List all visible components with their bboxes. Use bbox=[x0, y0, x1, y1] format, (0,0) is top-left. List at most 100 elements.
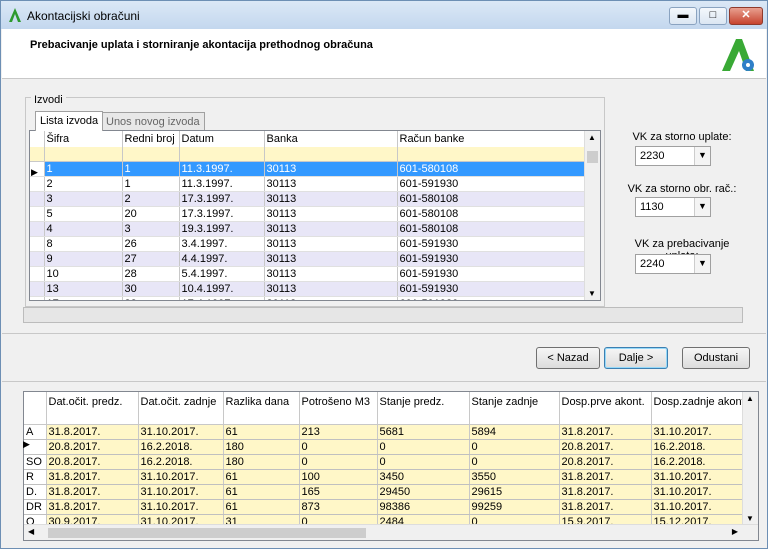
scroll-thumb[interactable] bbox=[587, 151, 598, 163]
table-cell[interactable]: 3550 bbox=[469, 469, 560, 485]
table-row[interactable]: 13 30 10.4.1997. 30113 601-591930 bbox=[30, 281, 586, 297]
filter-row[interactable] bbox=[30, 147, 586, 162]
vk-prebacivanje-select[interactable]: 2240 ▼ bbox=[635, 254, 711, 274]
table-cell[interactable]: 0 bbox=[469, 439, 560, 455]
row-header-cell[interactable]: A bbox=[24, 424, 47, 440]
next-button[interactable]: Dalje > bbox=[604, 347, 668, 369]
izvodi-vertical-scrollbar[interactable]: ▲ ▼ bbox=[584, 131, 600, 300]
table-cell[interactable]: 31.8.2017. bbox=[559, 469, 652, 485]
table-cell[interactable]: 5894 bbox=[469, 424, 560, 440]
table-cell[interactable]: 30113 bbox=[264, 191, 398, 207]
table-row[interactable]: 20.8.2017. 16.2.2018. 180 0 0 0 20.8.2017. 16.2… bbox=[24, 439, 758, 455]
row-header-cell[interactable]: DR bbox=[24, 499, 47, 515]
tab-lista-izvoda[interactable]: Lista izvoda bbox=[35, 111, 104, 131]
table-cell[interactable]: 30 bbox=[122, 281, 180, 297]
scroll-thumb[interactable] bbox=[48, 528, 366, 538]
table-cell[interactable]: 99259 bbox=[469, 499, 560, 515]
table-row[interactable]: 10 28 5.4.1997. 30113 601-591930 bbox=[30, 266, 586, 282]
table-cell[interactable]: 31.10.2017. bbox=[138, 424, 224, 440]
table-cell[interactable]: 31.8.2017. bbox=[559, 424, 652, 440]
table-cell[interactable]: 31.8.2017. bbox=[559, 484, 652, 500]
table-cell[interactable]: 10.4.1997. bbox=[179, 281, 265, 297]
table-cell[interactable]: 601-591930 bbox=[397, 176, 586, 192]
column-header-stanje-zadnje[interactable]: Stanje zadnje bbox=[469, 392, 560, 414]
table-cell[interactable]: 31.8.2017. bbox=[559, 499, 652, 515]
scroll-down-icon[interactable]: ▼ bbox=[746, 514, 754, 523]
table-cell[interactable]: 26 bbox=[122, 236, 180, 252]
column-header-sifra[interactable]: Šifra bbox=[44, 131, 123, 147]
table-cell[interactable]: 601-580108 bbox=[397, 221, 586, 237]
table-cell[interactable]: 30113 bbox=[264, 251, 398, 267]
table-cell[interactable]: 17 bbox=[44, 296, 123, 300]
table-cell[interactable]: 9 bbox=[44, 251, 123, 267]
table-row[interactable]: 173217.4.1997.30113601-591930 bbox=[30, 296, 586, 300]
table-cell[interactable]: 10 bbox=[44, 266, 123, 282]
table-cell[interactable]: 5 bbox=[44, 206, 123, 222]
table-cell[interactable]: 30113 bbox=[264, 236, 398, 252]
akontacije-grid[interactable]: Dat.očit. predz. Dat.očit. zadnje Razlik… bbox=[23, 391, 759, 541]
table-cell[interactable]: 30113 bbox=[264, 266, 398, 282]
table-cell[interactable]: 20.8.2017. bbox=[559, 454, 652, 470]
table-cell[interactable]: 31.8.2017. bbox=[46, 484, 139, 500]
column-header-dat-ocit-zadnje[interactable]: Dat.očit. zadnje bbox=[138, 392, 224, 414]
table-cell[interactable]: 213 bbox=[299, 424, 378, 440]
table-row[interactable]: 1 1 11.3.1997. 30113 601-580108 bbox=[30, 161, 586, 177]
table-cell[interactable]: 17.3.1997. bbox=[179, 206, 265, 222]
table-row[interactable]: 9 27 4.4.1997. 30113 601-591930 bbox=[30, 251, 586, 267]
table-cell[interactable]: 61 bbox=[223, 499, 300, 515]
table-cell[interactable]: 17.4.1997. bbox=[179, 296, 265, 300]
chevron-down-icon[interactable]: ▼ bbox=[694, 198, 710, 216]
column-header-dat-ocit-predz[interactable]: Dat.očit. predz. bbox=[46, 392, 139, 414]
table-cell[interactable]: 29615 bbox=[469, 484, 560, 500]
row-header-cell[interactable] bbox=[30, 296, 45, 300]
table-row[interactable]: 4 3 19.3.1997. 30113 601-580108 bbox=[30, 221, 586, 237]
scroll-right-icon[interactable]: ▶ bbox=[732, 527, 738, 536]
table-cell[interactable]: 601-591930 bbox=[397, 236, 586, 252]
table-cell[interactable]: 20.8.2017. bbox=[559, 439, 652, 455]
table-cell[interactable]: 20 bbox=[122, 206, 180, 222]
table-row[interactable]: R 31.8.2017. 31.10.2017. 61 100 3450 3550 31.8.… bbox=[24, 469, 758, 485]
table-cell[interactable]: 3450 bbox=[377, 469, 470, 485]
table-cell[interactable]: 180 bbox=[223, 439, 300, 455]
row-header-cell[interactable]: D. bbox=[24, 484, 47, 500]
minimize-button[interactable]: ▬ bbox=[669, 7, 697, 25]
table-row[interactable]: A 31.8.2017. 31.10.2017. 61 213 5681 5894 31.8.… bbox=[24, 424, 758, 440]
table-cell[interactable]: 31.8.2017. bbox=[46, 469, 139, 485]
table-cell[interactable]: 27 bbox=[122, 251, 180, 267]
table-cell[interactable]: 4 bbox=[44, 221, 123, 237]
table-cell[interactable]: 98386 bbox=[377, 499, 470, 515]
row-header-cell[interactable] bbox=[30, 251, 45, 267]
table-cell[interactable]: 31.10.2017. bbox=[138, 484, 224, 500]
table-cell[interactable]: 30113 bbox=[264, 296, 398, 300]
column-header-banka[interactable]: Banka bbox=[264, 131, 398, 147]
table-cell[interactable]: 30113 bbox=[264, 161, 398, 177]
table-cell[interactable]: 601-580108 bbox=[397, 161, 586, 177]
table-cell[interactable]: 5681 bbox=[377, 424, 470, 440]
table-cell[interactable]: 2 bbox=[122, 191, 180, 207]
table-cell[interactable]: 16.2.2018. bbox=[138, 454, 224, 470]
scroll-left-icon[interactable]: ◀ bbox=[28, 527, 34, 536]
cancel-button[interactable]: Odustani bbox=[682, 347, 750, 369]
table-cell[interactable]: 0 bbox=[299, 454, 378, 470]
row-header-cell[interactable] bbox=[30, 221, 45, 237]
table-cell[interactable]: 31.8.2017. bbox=[46, 499, 139, 515]
table-row[interactable]: DR 31.8.2017. 31.10.2017. 61 873 98386 99259 31… bbox=[24, 499, 758, 515]
table-cell[interactable]: 601-591930 bbox=[397, 266, 586, 282]
chevron-down-icon[interactable]: ▼ bbox=[694, 255, 710, 273]
table-cell[interactable]: 61 bbox=[223, 484, 300, 500]
table-cell[interactable]: 19.3.1997. bbox=[179, 221, 265, 237]
table-cell[interactable]: 601-580108 bbox=[397, 191, 586, 207]
table-cell[interactable]: 601-591930 bbox=[397, 251, 586, 267]
table-cell[interactable]: 3 bbox=[44, 191, 123, 207]
scroll-up-icon[interactable]: ▲ bbox=[588, 133, 596, 142]
akontacije-vertical-scrollbar[interactable]: ▲ ▼ bbox=[742, 392, 758, 525]
table-cell[interactable]: 180 bbox=[223, 454, 300, 470]
table-cell[interactable]: 0 bbox=[377, 454, 470, 470]
scroll-down-icon[interactable]: ▼ bbox=[588, 289, 596, 298]
tab-unos-novog-izvoda[interactable]: Unos novog izvoda bbox=[101, 112, 205, 130]
table-cell[interactable]: 3.4.1997. bbox=[179, 236, 265, 252]
table-cell[interactable]: 30113 bbox=[264, 206, 398, 222]
table-cell[interactable]: 0 bbox=[469, 454, 560, 470]
table-row[interactable]: 8 26 3.4.1997. 30113 601-591930 bbox=[30, 236, 586, 252]
table-cell[interactable]: 31.8.2017. bbox=[46, 424, 139, 440]
